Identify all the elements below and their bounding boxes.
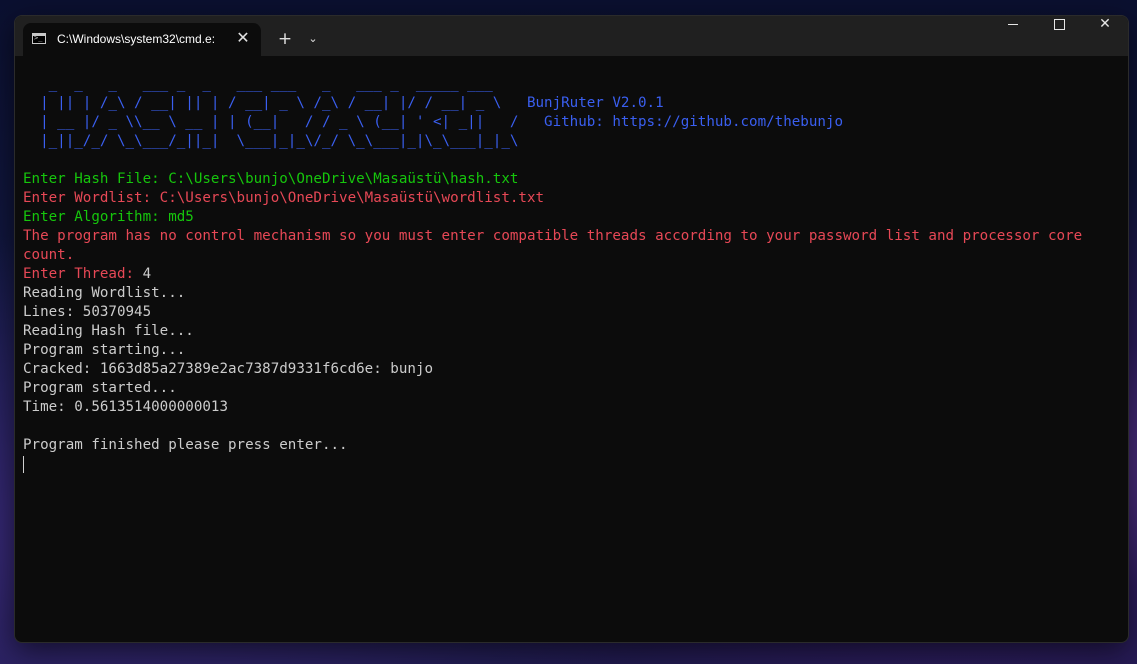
chevron-down-icon[interactable]: ⌄ — [303, 28, 323, 50]
maximize-button[interactable] — [1036, 16, 1082, 56]
banner-line: |_||_/_/ \_\___/_||_| \___|_|_\/_/ \_\__… — [23, 133, 519, 149]
input-line[interactable] — [23, 455, 1123, 474]
output-line: Time: 0.5613514000000013 — [23, 399, 228, 415]
algorithm-value: md5 — [168, 209, 194, 225]
tab-close-icon[interactable]: ✕ — [233, 28, 253, 48]
algorithm-prompt: Enter Algorithm: — [23, 209, 169, 225]
text-cursor — [23, 456, 24, 473]
title-bar[interactable]: C:\Windows\system32\cmd.e: ✕ + ⌄ ✕ — [15, 16, 1128, 56]
maximize-icon — [1053, 18, 1065, 30]
output-line: Reading Hash file... — [23, 323, 194, 339]
minimize-button[interactable] — [990, 16, 1036, 56]
output-line: Program finished please press enter... — [23, 437, 348, 453]
banner-line — [23, 56, 1123, 75]
minimize-icon — [1008, 23, 1018, 25]
hash-file-line: Enter Hash File: C:\Users\bunjo\OneDrive… — [23, 170, 1123, 189]
tab-cmd[interactable]: C:\Windows\system32\cmd.e: ✕ — [23, 23, 261, 56]
output-line: Program starting... — [23, 342, 186, 358]
output-line: Cracked: 1663d85a27389e2ac7387d9331f6cd6… — [23, 361, 433, 377]
terminal-output[interactable]: _ _ _ ___ _ _ ___ ___ _ ___ _ _____ ___ … — [23, 56, 1123, 636]
thread-prompt: Enter Thread: — [23, 266, 143, 282]
close-button[interactable]: ✕ — [1082, 16, 1128, 56]
wordlist-prompt: Enter Wordlist: — [23, 190, 160, 206]
thread-line: Enter Thread: 4 — [23, 265, 1123, 284]
cmd-icon — [32, 33, 46, 44]
new-tab-button[interactable]: + — [274, 28, 296, 50]
tab-title: C:\Windows\system32\cmd.e: — [57, 32, 216, 46]
algorithm-line: Enter Algorithm: md5 — [23, 208, 1123, 227]
banner-line: _ _ _ ___ _ _ ___ ___ _ ___ _ _____ ___ — [23, 76, 493, 92]
output-line: Lines: 50370945 — [23, 304, 152, 320]
hash-value: C:\Users\bunjo\OneDrive\Masaüstü\hash.tx… — [168, 171, 519, 187]
banner-line: | || | /_\ / __| || | / __| _ \ /_\ / __… — [23, 95, 664, 111]
warning-message: The program has no control mechanism so … — [23, 228, 1091, 263]
wordlist-value: C:\Users\bunjo\OneDrive\Masaüstü\wordlis… — [159, 190, 545, 206]
hash-prompt: Enter Hash File: — [23, 171, 169, 187]
output-line: Reading Wordlist... — [23, 285, 186, 301]
terminal-window: C:\Windows\system32\cmd.e: ✕ + ⌄ ✕ _ _ _… — [14, 15, 1129, 643]
banner-line: | __ |/ _ \\__ \ __ | | (__| / / _ \ (__… — [23, 114, 843, 130]
wordlist-line: Enter Wordlist: C:\Users\bunjo\OneDrive\… — [23, 189, 1123, 208]
thread-value: 4 — [142, 266, 152, 282]
output-line: Program started... — [23, 380, 177, 396]
